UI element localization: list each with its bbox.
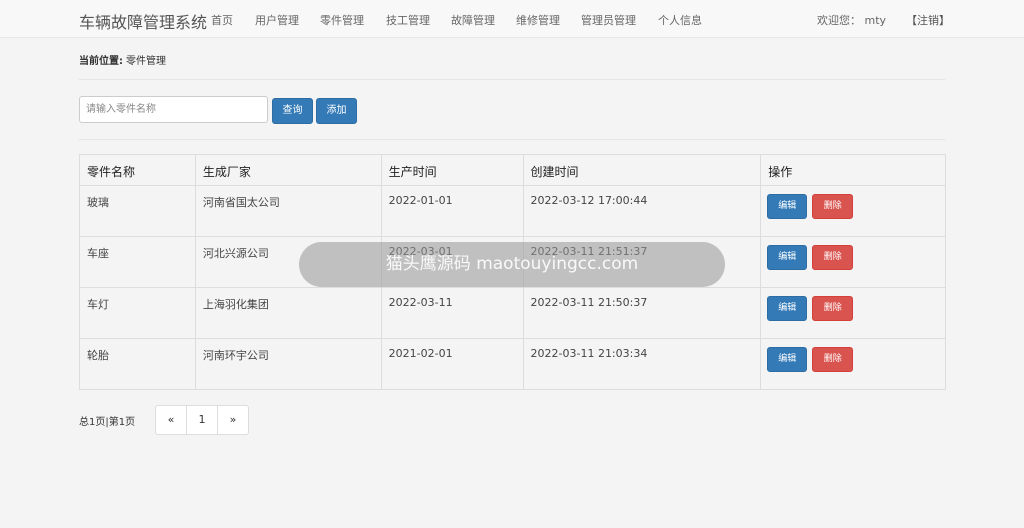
production-date-cell: 2022-03-11 bbox=[380, 287, 524, 339]
prev-page-button[interactable]: « bbox=[155, 405, 187, 435]
page-number-button[interactable]: 1 bbox=[186, 405, 218, 435]
pagination-info: 总1页|第1页 bbox=[79, 417, 136, 428]
created-time-cell: 2022-03-12 17:00:44 bbox=[522, 185, 762, 237]
part-name-search-input[interactable] bbox=[79, 96, 268, 123]
actions-cell: 编辑 删除 bbox=[760, 185, 946, 237]
delete-button[interactable]: 删除 bbox=[812, 347, 854, 372]
nav-item-home[interactable]: 首页 bbox=[211, 12, 233, 28]
nav-item-profile[interactable]: 个人信息 bbox=[658, 12, 702, 28]
production-date-cell: 2021-02-01 bbox=[380, 338, 524, 390]
table-row: 玻璃 河南省国太公司 2022-01-01 2022-03-12 17:00:4… bbox=[79, 185, 946, 237]
column-header: 生成厂家 bbox=[194, 154, 382, 186]
column-header: 操作 bbox=[760, 154, 946, 186]
add-button[interactable]: 添加 bbox=[316, 98, 357, 124]
welcome-text: 欢迎您： mty bbox=[817, 14, 887, 27]
nav-item-faults[interactable]: 故障管理 bbox=[451, 12, 495, 28]
part-name-cell: 车灯 bbox=[79, 287, 196, 339]
top-navbar: 车辆故障管理系统 首页 用户管理 零件管理 技工管理 故障管理 维修管理 管理员… bbox=[0, 0, 1024, 38]
nav-item-parts[interactable]: 零件管理 bbox=[320, 12, 364, 28]
manufacturer-cell: 河北兴源公司 bbox=[194, 236, 382, 288]
nav-item-admins[interactable]: 管理员管理 bbox=[581, 12, 636, 28]
logout-link[interactable]: 【注销】 bbox=[906, 12, 950, 28]
next-page-button[interactable]: » bbox=[217, 405, 249, 435]
breadcrumb-current: 零件管理 bbox=[126, 56, 166, 67]
manufacturer-cell: 上海羽化集团 bbox=[194, 287, 382, 339]
column-header: 生产时间 bbox=[380, 154, 524, 186]
table-header-row: 零件名称 生成厂家 生产时间 创建时间 操作 bbox=[79, 154, 946, 186]
edit-button[interactable]: 编辑 bbox=[767, 194, 808, 219]
part-name-cell: 车座 bbox=[79, 236, 196, 288]
created-time-cell: 2022-03-11 21:50:37 bbox=[522, 287, 762, 339]
actions-cell: 编辑 删除 bbox=[760, 287, 946, 339]
created-time-cell: 2022-03-11 21:03:34 bbox=[522, 338, 762, 390]
edit-button[interactable]: 编辑 bbox=[767, 245, 808, 270]
table-row: 车灯 上海羽化集团 2022-03-11 2022-03-11 21:50:37… bbox=[79, 287, 946, 339]
query-button[interactable]: 查询 bbox=[272, 98, 313, 124]
app-title[interactable]: 车辆故障管理系统 bbox=[79, 9, 207, 33]
edit-button[interactable]: 编辑 bbox=[767, 347, 808, 372]
breadcrumb: 当前位置: 零件管理 bbox=[79, 52, 166, 67]
column-header: 创建时间 bbox=[522, 154, 762, 186]
divider bbox=[79, 79, 945, 80]
production-date-cell: 2022-01-01 bbox=[380, 185, 524, 237]
divider bbox=[79, 139, 945, 140]
pagination: « 1 » bbox=[155, 405, 249, 435]
column-header: 零件名称 bbox=[79, 154, 196, 186]
table-row: 车座 河北兴源公司 2022-03-01 2022-03-11 21:51:37… bbox=[79, 236, 946, 288]
parts-table: 零件名称 生成厂家 生产时间 创建时间 操作 玻璃 河南省国太公司 2022-0… bbox=[79, 154, 946, 390]
actions-cell: 编辑 删除 bbox=[760, 338, 946, 390]
manufacturer-cell: 河南环宇公司 bbox=[194, 338, 382, 390]
part-name-cell: 轮胎 bbox=[79, 338, 196, 390]
created-time-cell: 2022-03-11 21:51:37 bbox=[522, 236, 762, 288]
nav-item-repairs[interactable]: 维修管理 bbox=[516, 12, 560, 28]
nav-item-technicians[interactable]: 技工管理 bbox=[386, 12, 430, 28]
edit-button[interactable]: 编辑 bbox=[767, 296, 808, 321]
part-name-cell: 玻璃 bbox=[79, 185, 196, 237]
delete-button[interactable]: 删除 bbox=[812, 245, 854, 270]
actions-cell: 编辑 删除 bbox=[760, 236, 946, 288]
delete-button[interactable]: 删除 bbox=[812, 296, 854, 321]
manufacturer-cell: 河南省国太公司 bbox=[194, 185, 382, 237]
breadcrumb-label: 当前位置: bbox=[79, 56, 123, 67]
delete-button[interactable]: 删除 bbox=[812, 194, 854, 219]
table-row: 轮胎 河南环宇公司 2021-02-01 2022-03-11 21:03:34… bbox=[79, 338, 946, 390]
nav-item-users[interactable]: 用户管理 bbox=[255, 12, 299, 28]
production-date-cell: 2022-03-01 bbox=[380, 236, 524, 288]
